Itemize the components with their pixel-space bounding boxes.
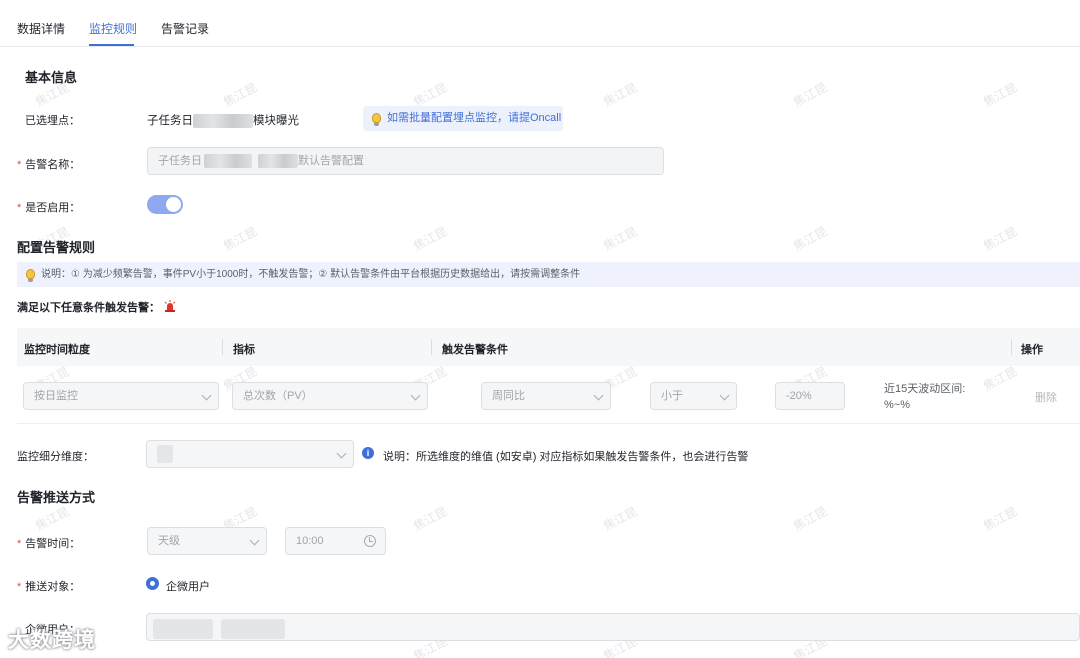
push-target-label-text: 推送对象： [25,581,81,593]
column-header-action: 操作 [1021,344,1043,356]
tab-alert-records[interactable]: 告警记录 [161,20,209,37]
compare-value: 周同比 [492,390,525,402]
watermark: 焦江昆 [981,504,1020,534]
alert-name-suffix: 默认告警配置 [298,155,364,167]
watermark: 焦江昆 [601,504,640,534]
operator-value: 小于 [661,390,683,402]
dimension-label: 监控细分维度： [17,451,94,463]
selected-point-label: 已选埋点： [25,115,80,127]
column-divider [222,339,223,355]
toggle-knob [166,197,181,212]
watermark: 焦江昆 [791,80,830,110]
alert-time-picker[interactable]: 10:00 [285,527,386,555]
enabled-toggle[interactable] [147,195,183,214]
fluctuation-range-label: 近15天波动区间: [884,383,966,395]
tab-data-details[interactable]: 数据详情 [17,20,65,37]
watermark: 焦江昆 [221,80,260,110]
watermark: 焦江昆 [981,224,1020,254]
footer-watermark-logo: 大数跨境 [8,629,96,652]
redacted-text [157,445,173,464]
redacted-text [204,154,252,169]
lightbulb-icon [26,269,35,282]
required-mark: * [17,159,22,171]
siren-icon [164,300,176,312]
metric-select[interactable]: 总次数（PV） [232,382,428,410]
info-icon: i [362,447,374,459]
alert-name-label: * 告警名称： [17,156,80,172]
enabled-label-text: 是否启用： [25,202,81,214]
metric-value: 总次数（PV） [243,390,313,402]
wecom-users-input[interactable] [146,613,1080,641]
granularity-value: 按日监控 [34,390,78,402]
tab-monitoring-rules[interactable]: 监控规则 [89,20,137,37]
rules-note: 说明：① 为减少频繁告警，事件PV小于1000时，不触发告警；② 默认告警条件由… [17,262,1080,287]
lightbulb-icon [372,113,381,126]
threshold-input[interactable]: -20% [775,382,845,410]
alert-time-label-text: 告警时间： [25,538,81,550]
column-divider [1011,339,1012,355]
push-target-option[interactable]: 企微用户 [166,578,210,594]
alert-frequency-value: 天级 [158,535,180,547]
alert-time-label: * 告警时间： [17,535,80,551]
enabled-label: * 是否启用： [17,199,80,215]
chevron-down-icon [201,390,212,401]
alert-rules-title: 配置告警规则 [17,240,96,255]
chevron-down-icon [249,535,260,546]
operator-select[interactable]: 小于 [650,382,737,410]
watermark: 焦江昆 [221,224,260,254]
selected-point-value: 子任务日 模块曝光 [147,112,299,128]
chevron-down-icon [336,448,347,459]
watermark: 焦江昆 [601,80,640,110]
radio-selected-icon[interactable] [146,577,159,590]
column-header-condition: 触发告警条件 [442,344,508,356]
delete-rule-button[interactable]: 删除 [1035,389,1057,405]
watermark: 焦江昆 [33,504,72,534]
alert-time-value: 10:00 [296,535,324,547]
clock-icon [364,535,376,547]
user-chip[interactable] [221,619,285,639]
push-target-label: * 推送对象： [17,578,80,594]
watermark: 焦江昆 [981,364,1020,394]
active-tab-indicator [89,44,134,46]
push-method-title: 告警推送方式 [17,490,96,505]
alert-name-prefix: 子任务日 [158,155,202,167]
required-mark: * [17,581,22,593]
required-mark: * [17,538,22,550]
dimension-select[interactable] [146,440,354,468]
fluctuation-range-value: %~% [884,399,910,411]
rules-note-text: 说明：① 为减少频繁告警，事件PV小于1000时，不触发告警；② 默认告警条件由… [41,269,581,280]
selected-point-suffix: 模块曝光 [253,115,299,127]
trigger-label: 满足以下任意条件触发告警： [17,302,160,314]
batch-config-hint-text[interactable]: 如需批量配置埋点监控，请提Oncall [387,112,561,124]
redacted-text [193,113,253,128]
redacted-text [258,154,298,169]
rules-table-header: 监控时间粒度 指标 触发告警条件 操作 [17,328,1080,366]
column-header-granularity: 监控时间粒度 [24,344,90,356]
watermark: 焦江昆 [791,504,830,534]
alert-name-label-text: 告警名称： [25,159,81,171]
threshold-value: -20% [786,390,812,402]
selected-point-prefix: 子任务日 [147,115,193,127]
column-header-metric: 指标 [233,344,255,356]
dimension-note: 说明：所选维度的维值 (如安卓) 对应指标如果触发告警条件，也会进行告警 [383,451,749,463]
granularity-select[interactable]: 按日监控 [23,382,219,410]
required-mark: * [17,202,22,214]
chevron-down-icon [719,390,730,401]
basic-info-title: 基本信息 [25,70,78,85]
watermark: 焦江昆 [791,224,830,254]
watermark: 焦江昆 [411,504,450,534]
alert-frequency-select[interactable]: 天级 [147,527,267,555]
tab-bar: 数据详情 监控规则 告警记录 [0,0,1080,47]
watermark: 焦江昆 [981,80,1020,110]
watermark: 焦江昆 [411,224,450,254]
table-row-divider [17,423,1080,424]
alert-name-input[interactable]: 子任务日 默认告警配置 [147,147,664,175]
batch-config-hint: 如需批量配置埋点监控，请提Oncall [363,106,563,131]
user-chip[interactable] [153,619,213,639]
column-divider [431,339,432,355]
compare-select[interactable]: 周同比 [481,382,611,410]
chevron-down-icon [410,390,421,401]
watermark: 焦江昆 [601,224,640,254]
chevron-down-icon [593,390,604,401]
